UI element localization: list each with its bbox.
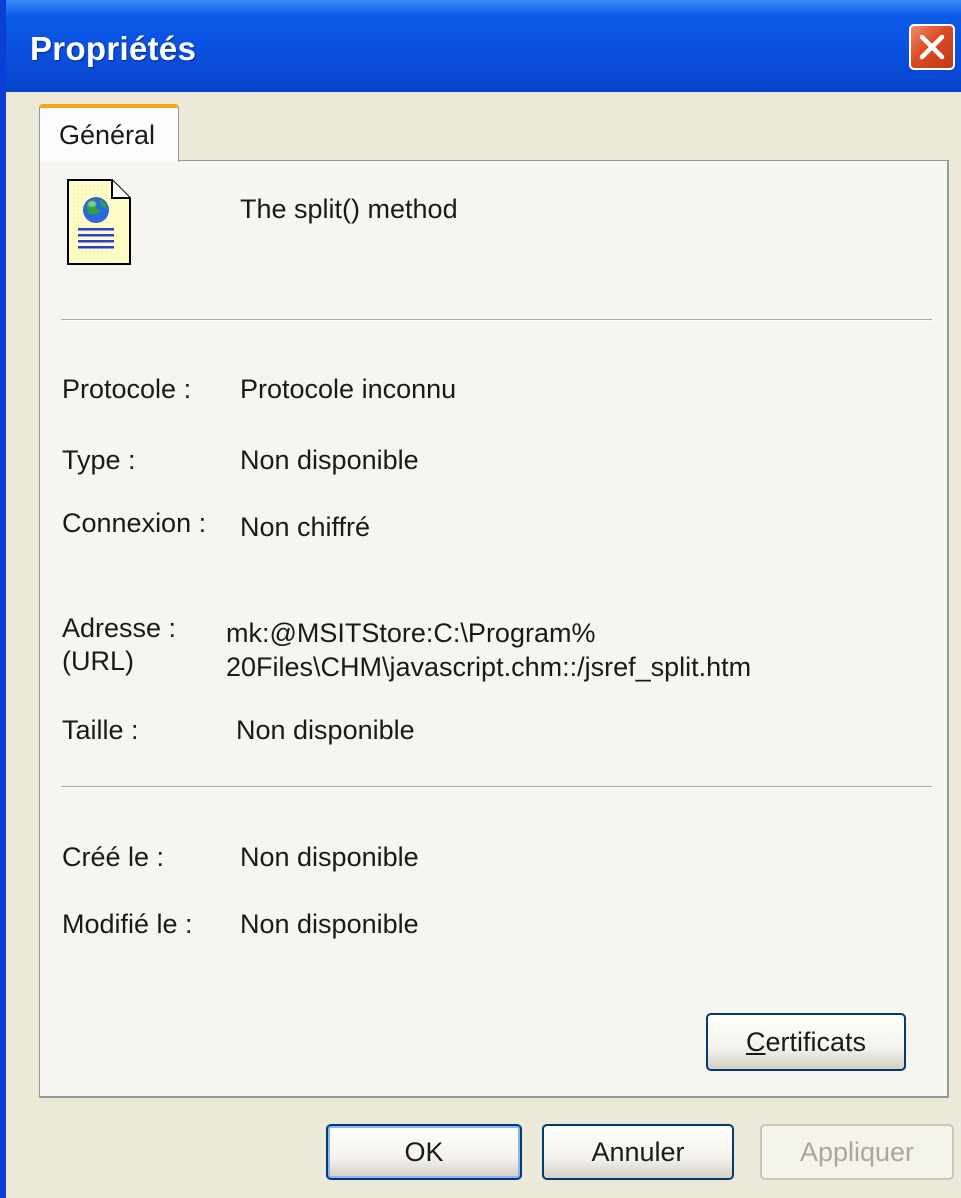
apply-button: Appliquer: [760, 1124, 954, 1180]
tab-general[interactable]: Général: [39, 104, 179, 162]
modified-label: Modifié le :: [62, 909, 193, 939]
certificates-button-accelerator: C: [745, 1027, 766, 1057]
type-label: Type :: [62, 445, 136, 475]
created-label: Créé le :: [62, 842, 165, 872]
type-value: Non disponible: [240, 445, 419, 475]
separator-top: [61, 319, 932, 321]
ok-button[interactable]: OK: [326, 1124, 522, 1180]
page-title: The split() method: [240, 194, 458, 224]
properties-dialog: Propriétés Général The split() method Pr…: [0, 0, 961, 1198]
created-value: Non disponible: [240, 842, 419, 872]
modified-value: Non disponible: [240, 909, 419, 939]
window-title: Propriétés: [30, 30, 197, 67]
address-url-label: (URL): [62, 646, 134, 676]
certificates-button-label: ertificats: [765, 1027, 867, 1057]
connection-value: Non chiffré: [240, 512, 371, 542]
certificates-button[interactable]: Certificats: [706, 1013, 906, 1071]
connection-label: Connexion :: [62, 508, 207, 538]
protocol-value: Protocole inconnu: [240, 374, 457, 404]
html-document-globe-icon: [67, 179, 131, 265]
tab-general-label: Général: [59, 120, 156, 150]
cancel-button[interactable]: Annuler: [542, 1124, 734, 1180]
protocol-label: Protocole :: [62, 374, 192, 404]
title-bar[interactable]: Propriétés: [6, 0, 961, 92]
close-button[interactable]: [909, 24, 955, 70]
close-icon: [919, 34, 945, 60]
size-value: Non disponible: [236, 715, 415, 745]
address-label: Adresse :: [62, 613, 177, 643]
address-value-line2: 20Files\CHM\javascript.chm::/jsref_split…: [226, 652, 752, 682]
separator-bottom: [61, 786, 932, 788]
size-label: Taille :: [62, 715, 139, 745]
address-value-line1: mk:@MSITStore:C:\Program%: [226, 618, 596, 648]
